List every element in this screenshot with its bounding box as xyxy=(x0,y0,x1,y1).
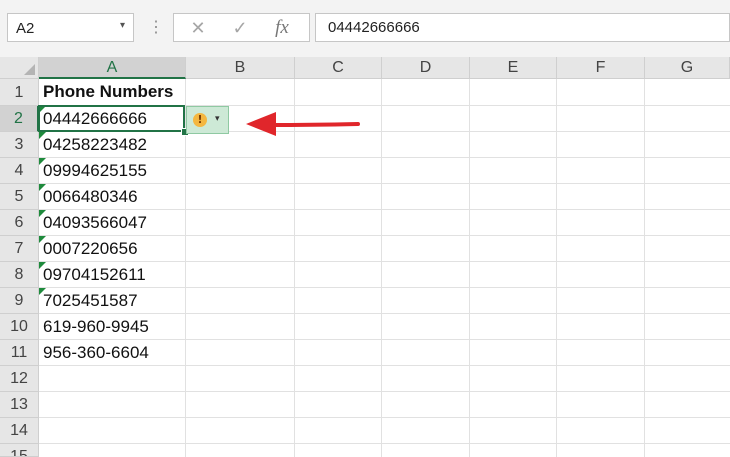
column-header-c[interactable]: C xyxy=(295,57,382,79)
error-indicator-icon xyxy=(39,106,46,113)
row-header-6[interactable]: 6 xyxy=(0,210,39,236)
more-options-icon[interactable]: ⋮ xyxy=(148,13,164,42)
cell-value: 04442666666 xyxy=(43,109,148,128)
annotation-arrow xyxy=(246,112,360,136)
error-indicator-icon xyxy=(39,236,46,243)
cancel-icon[interactable]: ✕ xyxy=(182,16,214,40)
column-header-a[interactable]: A xyxy=(39,57,186,79)
arrow-head xyxy=(246,112,276,136)
error-indicator-icon xyxy=(39,184,46,191)
cell-value: 0066480346 xyxy=(43,187,138,206)
cell-value: 04093566047 xyxy=(43,213,148,232)
row-header-13[interactable]: 13 xyxy=(0,392,39,418)
enter-icon[interactable]: ✓ xyxy=(224,16,256,40)
formula-input[interactable]: 04442666666 xyxy=(315,13,730,42)
cell-a3[interactable]: 04258223482 xyxy=(39,132,185,158)
cell-a10[interactable]: 619-960-9945 xyxy=(39,314,185,340)
row-header-14[interactable]: 14 xyxy=(0,418,39,444)
column-header-b[interactable]: B xyxy=(186,57,295,79)
column-headers: A B C D E F G xyxy=(0,57,730,79)
column-header-d[interactable]: D xyxy=(382,57,470,79)
cell-value: 09994625155 xyxy=(43,161,148,180)
row-header-3[interactable]: 3 xyxy=(0,132,39,158)
error-indicator-icon xyxy=(39,288,46,295)
cell-a8[interactable]: 09704152611 xyxy=(39,262,185,288)
column-header-g[interactable]: G xyxy=(645,57,730,79)
cell-a1[interactable]: Phone Numbers xyxy=(39,79,185,105)
cell-value: 956-360-6604 xyxy=(43,343,149,362)
column-header-e[interactable]: E xyxy=(470,57,557,79)
row-header-9[interactable]: 9 xyxy=(0,288,39,314)
name-box-value: A2 xyxy=(16,20,35,37)
cell-a5[interactable]: 0066480346 xyxy=(39,184,185,210)
cell-value: 04258223482 xyxy=(43,135,148,154)
cell-value: 7025451587 xyxy=(43,291,138,310)
cell-grid[interactable]: Phone Numbers 04442666666 04258223482 09… xyxy=(38,79,730,457)
row-header-8[interactable]: 8 xyxy=(0,262,39,288)
cell-a6[interactable]: 04093566047 xyxy=(39,210,185,236)
gridline xyxy=(556,79,557,457)
formula-content: 04442666666 xyxy=(328,19,420,36)
error-indicator-icon xyxy=(39,158,46,165)
row-header-5[interactable]: 5 xyxy=(0,184,39,210)
row-header-10[interactable]: 10 xyxy=(0,314,39,340)
error-indicator-icon xyxy=(39,262,46,269)
cell-a11[interactable]: 956-360-6604 xyxy=(39,340,185,366)
gridline xyxy=(39,443,730,444)
gridline xyxy=(469,79,470,457)
gridline xyxy=(381,79,382,457)
cell-value: 0007220656 xyxy=(43,239,138,258)
formula-buttons: ✕ ✓ fx xyxy=(173,13,310,42)
chevron-down-icon[interactable]: ▾ xyxy=(120,20,125,31)
insert-function-icon[interactable]: fx xyxy=(266,16,298,40)
error-checking-button[interactable]: ! ▾ xyxy=(186,106,229,134)
cell-a4[interactable]: 09994625155 xyxy=(39,158,185,184)
cell-a2[interactable]: 04442666666 xyxy=(39,106,185,132)
warning-icon: ! xyxy=(193,113,207,127)
gridline xyxy=(39,391,730,392)
gridline xyxy=(39,417,730,418)
row-header-1[interactable]: 1 xyxy=(0,79,39,106)
cell-value: 09704152611 xyxy=(43,265,146,284)
error-indicator-icon xyxy=(39,132,46,139)
chevron-down-icon[interactable]: ▾ xyxy=(215,113,220,124)
gridline xyxy=(644,79,645,457)
row-header-15[interactable]: 15 xyxy=(0,444,39,457)
cell-a9[interactable]: 7025451587 xyxy=(39,288,185,314)
row-header-2[interactable]: 2 xyxy=(0,106,39,132)
row-header-12[interactable]: 12 xyxy=(0,366,39,392)
error-indicator-icon xyxy=(39,210,46,217)
cell-value: 619-960-9945 xyxy=(43,317,149,336)
row-header-11[interactable]: 11 xyxy=(0,340,39,366)
arrow-shaft xyxy=(268,122,360,127)
column-header-f[interactable]: F xyxy=(557,57,645,79)
name-box[interactable]: A2 ▾ xyxy=(7,13,134,42)
row-header-7[interactable]: 7 xyxy=(0,236,39,262)
row-header-4[interactable]: 4 xyxy=(0,158,39,184)
cell-a7[interactable]: 0007220656 xyxy=(39,236,185,262)
formula-bar-area: A2 ▾ ⋮ ✕ ✓ fx 04442666666 xyxy=(0,0,730,58)
